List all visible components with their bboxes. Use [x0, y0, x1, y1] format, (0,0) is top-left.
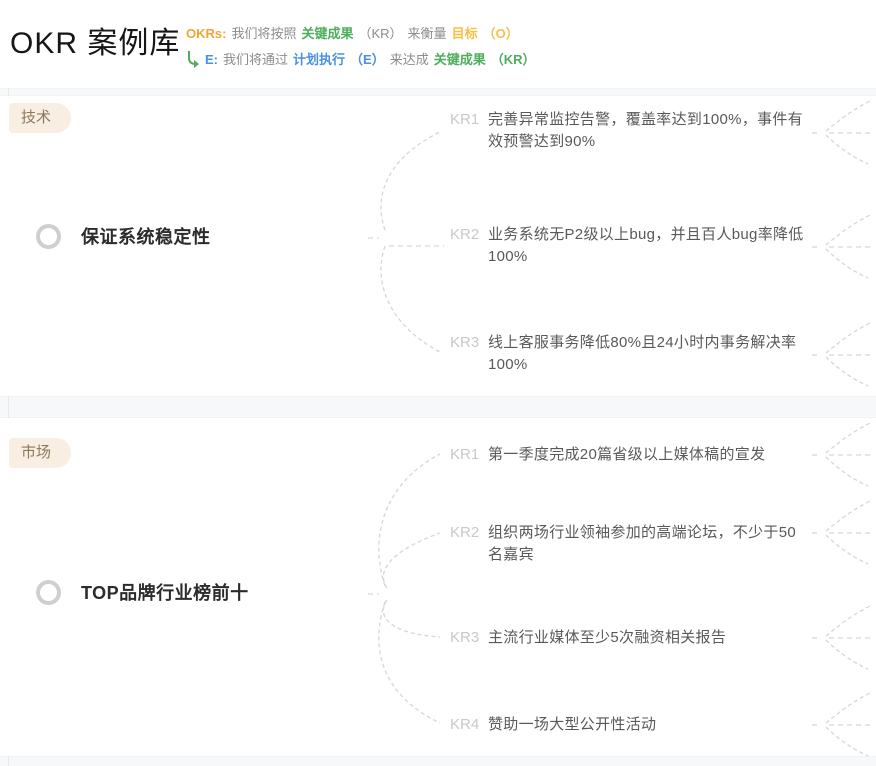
- kr-index: KR2: [450, 522, 480, 544]
- kr-item[interactable]: KR4 赞助一场大型公开性活动: [450, 714, 810, 736]
- objective-node[interactable]: 保证系统稳定性: [36, 223, 211, 249]
- kr-item[interactable]: KR3 线上客服事务降低80%且24小时内事务解决率100%: [450, 332, 810, 376]
- collapsed-branch-icon: [810, 318, 876, 392]
- collapsed-branch-icon: [810, 210, 876, 284]
- page-header: OKR 案例库 OKRs: 我们将按照 关键成果 （KR） 来衡量 目标 （O）…: [0, 0, 876, 88]
- kr-index: KR2: [450, 224, 480, 246]
- kr-index: KR3: [450, 627, 480, 649]
- branch-connector-lines: [358, 96, 452, 396]
- kr-text: 线上客服事务降低80%且24小时内事务解决率100%: [488, 332, 810, 376]
- kr-item[interactable]: KR1 完善异常监控告警，覆盖率达到100%，事件有效预警达到90%: [450, 109, 810, 153]
- legend-e-paren: （E）: [350, 47, 385, 73]
- page-title: OKR 案例库: [10, 18, 180, 62]
- legend-plan-label: 计划执行: [293, 47, 345, 73]
- legend-e-label: E:: [205, 47, 218, 73]
- legend-okrs-label: OKRs:: [186, 21, 226, 47]
- section-divider: [0, 88, 876, 96]
- legend-text: 来达成: [390, 47, 429, 73]
- tag-label: 技术: [21, 109, 51, 126]
- kr-index: KR3: [450, 332, 480, 354]
- kr-index: KR4: [450, 714, 480, 736]
- objective-bullet-icon[interactable]: [36, 224, 61, 249]
- collapsed-branch-icon: [810, 496, 876, 570]
- collapsed-branch-icon: [810, 688, 876, 762]
- kr-index: KR1: [450, 444, 480, 466]
- branch-connector-lines: [358, 418, 452, 756]
- objective-bullet-icon[interactable]: [36, 580, 61, 605]
- tag-market[interactable]: 市场: [9, 438, 71, 468]
- objective-node[interactable]: TOP品牌行业榜前十: [36, 579, 249, 605]
- collapsed-branch-icon: [810, 96, 876, 170]
- kr-text: 完善异常监控告警，覆盖率达到100%，事件有效预警达到90%: [488, 109, 810, 153]
- kr-item[interactable]: KR3 主流行业媒体至少5次融资相关报告: [450, 627, 810, 649]
- legend-goal-label: 目标: [452, 21, 478, 47]
- legend-goal-paren: （O）: [483, 21, 519, 47]
- legend-text: 我们将通过: [223, 47, 288, 73]
- kr-text: 业务系统无P2级以上bug，并且百人bug率降低100%: [488, 224, 810, 268]
- okr-case-library-page: OKR 案例库 OKRs: 我们将按照 关键成果 （KR） 来衡量 目标 （O）…: [0, 0, 876, 766]
- tag-label: 市场: [21, 444, 51, 461]
- kr-item[interactable]: KR2 组织两场行业领袖参加的高端论坛，不少于50名嘉宾: [450, 522, 810, 566]
- legend-line-okr: OKRs: 我们将按照 关键成果 （KR） 来衡量 目标 （O）: [186, 21, 541, 47]
- legend-line-e: E: 我们将通过 计划执行 （E） 来达成 关键成果 （KR）: [186, 47, 541, 73]
- kr-text: 赞助一场大型公开性活动: [488, 714, 810, 736]
- kr-item[interactable]: KR1 第一季度完成20篇省级以上媒体稿的宣发: [450, 444, 810, 466]
- legend-kr-paren: （KR）: [358, 21, 402, 47]
- curved-arrow-icon: [186, 51, 201, 69]
- legend-kr-label: 关键成果: [301, 21, 353, 47]
- section-market: 市场 TOP品牌行业榜前十 KR1 第一季度完成20篇省级以上媒体稿的宣发 KR…: [0, 418, 876, 756]
- kr-item[interactable]: KR2 业务系统无P2级以上bug，并且百人bug率降低100%: [450, 224, 810, 268]
- section-divider: [0, 396, 876, 418]
- kr-index: KR1: [450, 109, 480, 131]
- kr-text: 主流行业媒体至少5次融资相关报告: [488, 627, 810, 649]
- objective-title: 保证系统稳定性: [81, 223, 211, 249]
- legend-text: 来衡量: [408, 21, 447, 47]
- section-tech: 技术 保证系统稳定性 KR1 完善异常监控告警，覆盖率达到100%，事件有效预警…: [0, 96, 876, 396]
- tag-tech[interactable]: 技术: [9, 103, 71, 133]
- legend-kr-label: 关键成果: [434, 47, 486, 73]
- objective-title: TOP品牌行业榜前十: [81, 579, 249, 605]
- section-divider: [0, 756, 876, 766]
- legend-text: 我们将按照: [231, 21, 296, 47]
- kr-text: 组织两场行业领袖参加的高端论坛，不少于50名嘉宾: [488, 522, 810, 566]
- kr-text: 第一季度完成20篇省级以上媒体稿的宣发: [488, 444, 810, 466]
- okr-legend: OKRs: 我们将按照 关键成果 （KR） 来衡量 目标 （O） E: 我们将通…: [186, 21, 541, 73]
- collapsed-branch-icon: [810, 601, 876, 675]
- collapsed-branch-icon: [810, 418, 876, 492]
- legend-kr-paren: （KR）: [491, 47, 536, 73]
